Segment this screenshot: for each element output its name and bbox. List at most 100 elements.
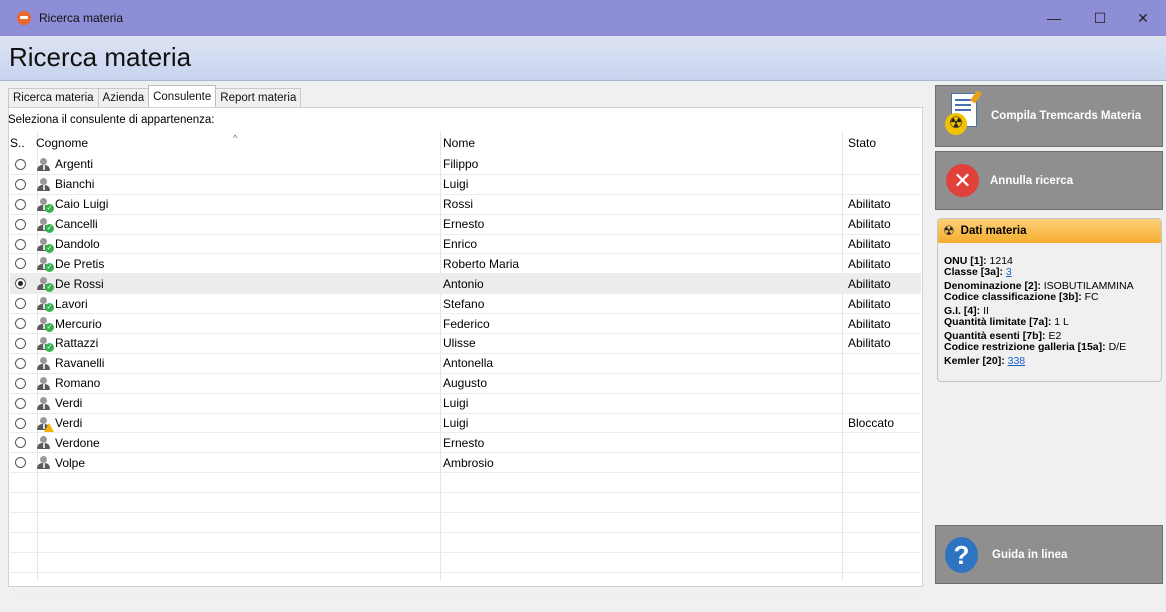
tab-strip: Ricerca materia Azienda Consulente Repor…	[8, 85, 302, 107]
material-info-line: Codice restrizione galleria [15a]: D/E	[944, 341, 1127, 353]
empty-row	[10, 593, 921, 612]
row-radio[interactable]	[14, 337, 26, 349]
table-row[interactable]: Verdone Ernesto	[10, 433, 921, 454]
user-enabled-icon: ✓	[36, 197, 54, 213]
material-info-line: Codice classificazione [3b]: FC	[944, 291, 1099, 303]
row-radio[interactable]	[14, 397, 26, 409]
material-info-value: FC	[1084, 291, 1099, 303]
cell-stato: Bloccato	[848, 416, 895, 431]
material-info-line: Quantità limitate [7a]: 1 L	[944, 316, 1069, 328]
cell-nome: Federico	[443, 316, 490, 331]
empty-row	[10, 513, 921, 533]
row-radio[interactable]	[14, 298, 26, 310]
cancel-search-button[interactable]: ✕ Annulla ricerca	[935, 151, 1163, 210]
table-row[interactable]: ✓ De Pretis Roberto Maria Abilitato	[10, 254, 921, 275]
material-data-panel: ☢ Dati materia ONU [1]: 1214 Classe [3a]:…	[937, 218, 1162, 382]
table-body: Argenti Filippo Bianchi Luigi ✓ Caio Luigi Ros…	[10, 155, 921, 612]
row-radio[interactable]	[14, 158, 26, 170]
table-row[interactable]: ✓ Lavori Stefano Abilitato	[10, 294, 921, 315]
material-info-link[interactable]: 338	[1008, 355, 1026, 367]
row-radio[interactable]	[14, 278, 26, 290]
cell-nome: Rossi	[443, 197, 474, 212]
cancel-search-label: Annulla ricerca	[990, 174, 1074, 187]
cell-nome: Ernesto	[443, 435, 485, 450]
cell-stato: Abilitato	[848, 197, 891, 212]
row-radio[interactable]	[14, 198, 26, 210]
online-help-button[interactable]: ? Guida in linea	[935, 525, 1163, 584]
table-row[interactable]: ✓ Dandolo Enrico Abilitato	[10, 235, 921, 255]
table-row[interactable]: ✓ De Rossi Antonio Abilitato	[10, 274, 921, 295]
table-row[interactable]: ✓ Rattazzi Ulisse Abilitato	[10, 334, 921, 354]
table-row[interactable]: Verdi Luigi Bloccato	[10, 414, 921, 434]
empty-row	[10, 473, 921, 494]
table-row[interactable]: Verdi Luigi	[10, 394, 921, 414]
material-info-label: Kemler [20]	[944, 355, 1002, 367]
tab-ricerca-materia[interactable]: Ricerca materia	[8, 88, 99, 107]
page-title: Ricerca materia	[9, 42, 192, 72]
row-radio[interactable]	[14, 318, 26, 330]
table-row[interactable]: Argenti Filippo	[10, 155, 921, 175]
tab-report-materia[interactable]: Report materia	[215, 88, 302, 107]
material-info-label: Classe [3a]	[944, 266, 1000, 278]
cell-cognome: Mercurio	[55, 316, 102, 331]
user-icon	[36, 157, 52, 172]
title-bar: Ricerca materia — ☐ ✕	[0, 0, 1166, 36]
col-nome-header[interactable]: Nome	[440, 136, 842, 150]
row-radio[interactable]	[14, 357, 26, 369]
material-info-value: D/E	[1108, 341, 1127, 353]
cell-cognome: De Pretis	[55, 256, 105, 271]
cell-nome: Ernesto	[443, 217, 485, 232]
table-row[interactable]: ✓ Cancelli Ernesto Abilitato	[10, 215, 921, 235]
user-enabled-icon: ✓	[36, 237, 54, 253]
cell-stato: Abilitato	[848, 256, 891, 271]
col-stato-header[interactable]: Stato	[842, 136, 921, 150]
row-radio[interactable]	[14, 238, 26, 250]
cell-cognome: Lavori	[55, 296, 88, 311]
compile-tremcards-button[interactable]: ☢ Compila Tremcards Materia	[935, 85, 1163, 147]
row-radio[interactable]	[14, 178, 26, 190]
material-data-header: ☢ Dati materia	[938, 219, 1161, 243]
table-row[interactable]: ✓ Mercurio Federico Abilitato	[10, 314, 921, 335]
help-question-icon: ?	[945, 536, 978, 573]
material-info-link[interactable]: 3	[1006, 266, 1012, 278]
row-radio[interactable]	[14, 218, 26, 230]
empty-row	[10, 533, 921, 553]
user-icon	[36, 396, 52, 411]
table-row[interactable]: ✓ Caio Luigi Rossi Abilitato	[10, 195, 921, 215]
material-info-line: Classe [3a]: 3	[944, 266, 1012, 278]
cell-cognome: Rattazzi	[55, 336, 99, 351]
row-radio[interactable]	[14, 258, 26, 270]
cell-cognome: De Rossi	[55, 276, 104, 291]
user-icon	[36, 376, 52, 391]
row-radio[interactable]	[14, 377, 26, 389]
empty-row	[10, 553, 921, 573]
table-row[interactable]: Volpe Ambrosio	[10, 453, 921, 474]
tremcard-document-icon: ☢	[945, 90, 982, 141]
cell-nome: Ulisse	[443, 336, 476, 351]
cancel-x-icon: ✕	[946, 164, 979, 197]
cell-nome: Enrico	[443, 237, 478, 251]
maximize-button[interactable]: ☐	[1077, 0, 1123, 36]
cell-nome: Roberto Maria	[443, 256, 520, 271]
close-button[interactable]: ✕	[1120, 0, 1166, 36]
cell-stato: Abilitato	[848, 276, 891, 291]
table-row[interactable]: Ravanelli Antonella	[10, 354, 921, 374]
row-radio[interactable]	[14, 417, 26, 429]
window-title: Ricerca materia	[39, 11, 124, 25]
cell-cognome: Romano	[55, 376, 101, 391]
empty-row	[10, 493, 921, 514]
tab-azienda[interactable]: Azienda	[97, 88, 150, 107]
cell-stato: Abilitato	[848, 217, 891, 232]
material-info-line: Kemler [20]: 338	[944, 355, 1026, 367]
col-select-header[interactable]: S..	[10, 136, 30, 150]
row-radio[interactable]	[14, 457, 26, 469]
cell-nome: Antonella	[443, 356, 494, 371]
material-info-value: 1 L	[1054, 316, 1069, 328]
cell-nome: Luigi	[443, 177, 469, 192]
table-row[interactable]: Bianchi Luigi	[10, 175, 921, 195]
row-radio[interactable]	[14, 437, 26, 449]
minimize-button[interactable]: —	[1031, 0, 1077, 36]
tab-consulente[interactable]: Consulente	[148, 85, 217, 107]
user-warning-icon	[36, 416, 54, 432]
table-row[interactable]: Romano Augusto	[10, 374, 921, 394]
